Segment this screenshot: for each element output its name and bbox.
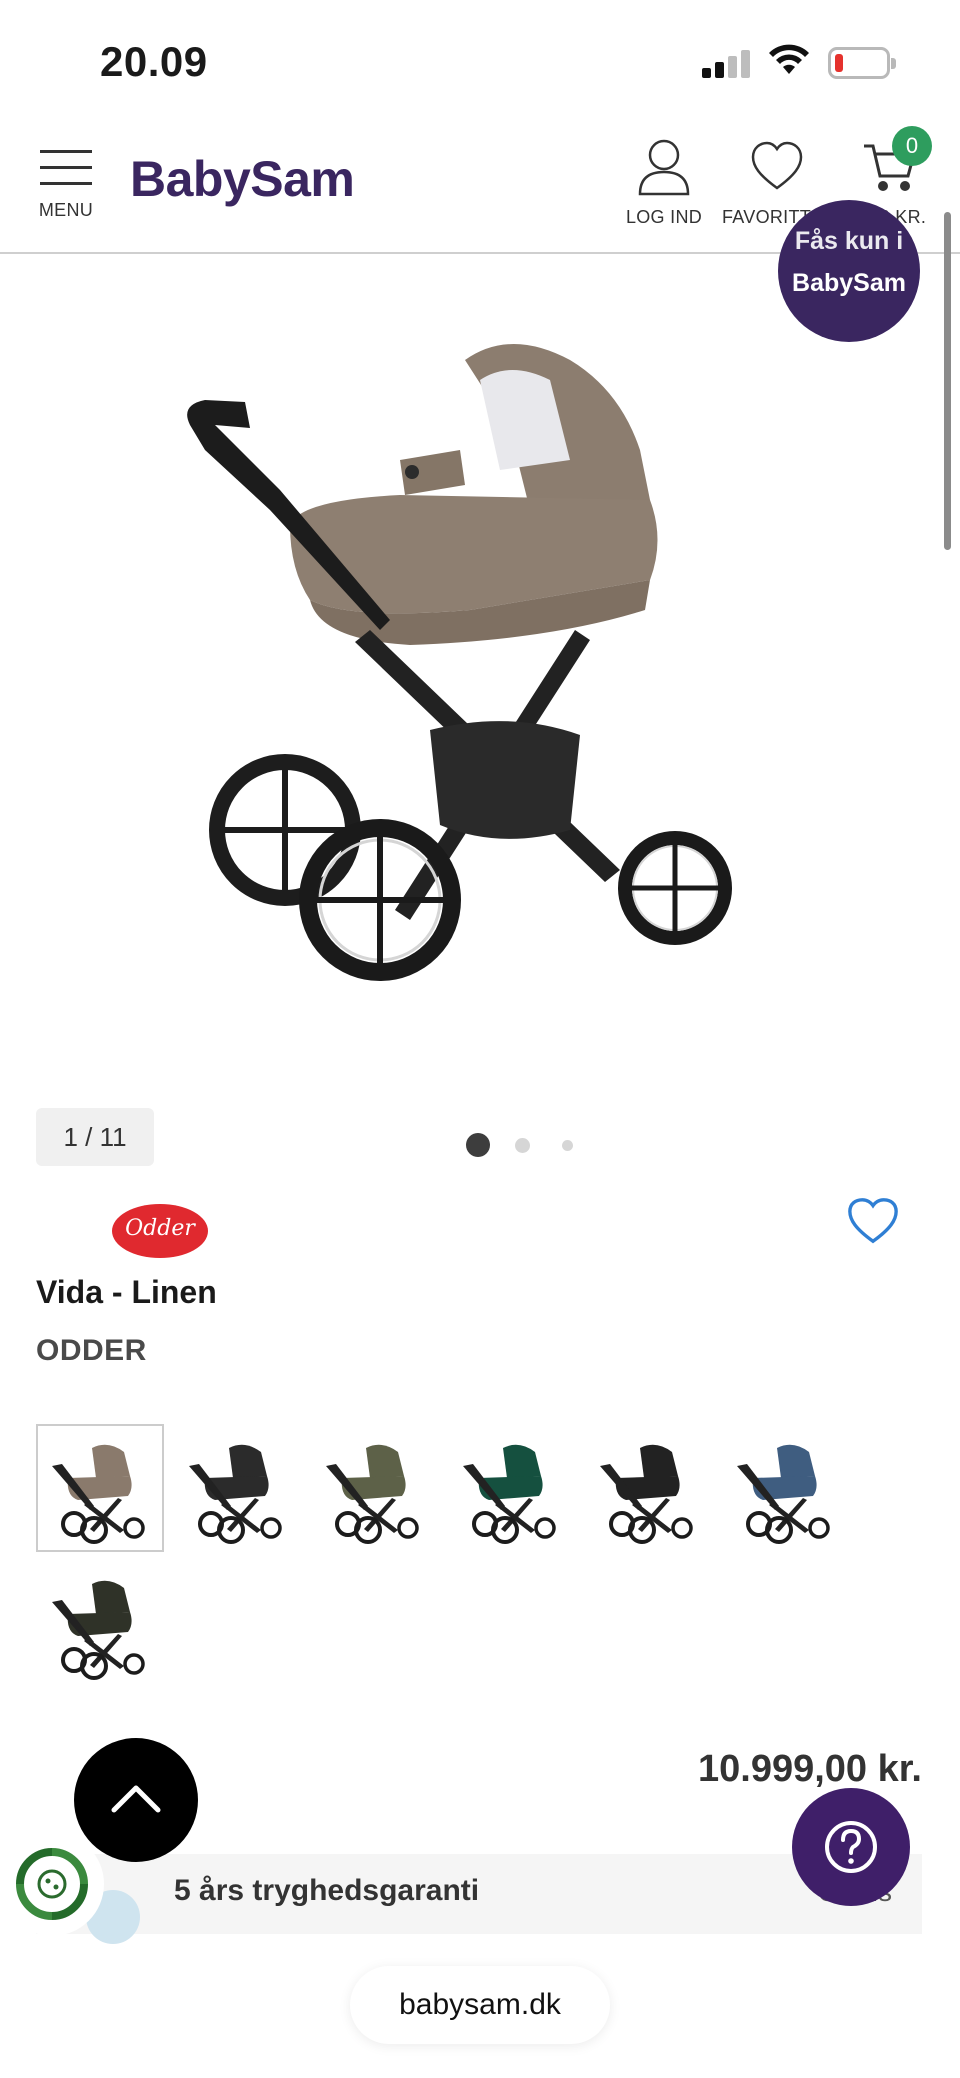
battery-icon bbox=[828, 47, 896, 79]
pagination-dot-3[interactable] bbox=[562, 1140, 573, 1151]
odder-brand-logo[interactable]: Odder bbox=[112, 1204, 208, 1258]
cookie-settings-button[interactable] bbox=[0, 1832, 104, 1936]
brand-logo-text: Odder bbox=[125, 1216, 195, 1241]
add-to-favorites-heart-icon[interactable] bbox=[846, 1196, 900, 1246]
stroller-thumbnail-icon bbox=[463, 1444, 556, 1544]
exclusive-badge-line2: BabySam bbox=[792, 269, 906, 297]
gallery-pagination bbox=[466, 1130, 586, 1158]
stroller-thumbnail-icon bbox=[189, 1444, 282, 1544]
guarantee-option[interactable]: 5 års tryghedsgaranti Gratis bbox=[36, 1854, 922, 1944]
page-scrollbar[interactable] bbox=[944, 212, 951, 550]
color-variant-thumbnail[interactable] bbox=[721, 1424, 849, 1552]
wheel-rear-left bbox=[209, 754, 361, 906]
wheel-rear-right bbox=[299, 819, 461, 981]
cart-count-badge: 0 bbox=[892, 126, 932, 166]
login-button[interactable]: LOG IND bbox=[624, 138, 704, 228]
color-variant-thumbnail[interactable] bbox=[36, 1424, 164, 1552]
color-variant-thumbnail[interactable] bbox=[173, 1424, 301, 1552]
wifi-icon bbox=[769, 44, 809, 74]
guarantee-text: 5 års tryghedsgaranti bbox=[174, 1874, 480, 1907]
product-brand[interactable]: ODDER bbox=[36, 1334, 147, 1368]
wheel-front bbox=[618, 831, 732, 945]
babysam-logo[interactable]: BabySam bbox=[130, 150, 355, 208]
menu-button[interactable]: MENU bbox=[38, 148, 94, 221]
stroller-thumbnail-icon bbox=[52, 1444, 145, 1544]
question-mark-icon bbox=[825, 1821, 877, 1873]
stroller-thumbnail-icon bbox=[737, 1444, 830, 1544]
stroller-thumbnail-icon bbox=[326, 1444, 419, 1544]
cellular-signal-icon bbox=[702, 48, 750, 78]
browser-address-bar[interactable]: babysam.dk bbox=[350, 1966, 610, 2044]
stroller-thumbnail-icon bbox=[600, 1444, 693, 1544]
exclusive-badge-line1: Fås kun i bbox=[794, 227, 904, 255]
user-icon bbox=[638, 139, 690, 196]
color-variant-thumbnail[interactable] bbox=[584, 1424, 712, 1552]
exclusive-badge: Fås kun i BabySam bbox=[778, 200, 920, 342]
product-image-stroller[interactable] bbox=[150, 310, 770, 990]
pagination-dot-2[interactable] bbox=[515, 1138, 530, 1153]
image-counter: 1 / 11 bbox=[36, 1108, 154, 1166]
color-variant-thumbnail[interactable] bbox=[310, 1424, 438, 1552]
status-time: 20.09 bbox=[100, 38, 208, 85]
pagination-dot-1[interactable] bbox=[466, 1133, 490, 1157]
status-bar: 20.09 bbox=[0, 0, 960, 120]
hamburger-icon bbox=[40, 148, 92, 188]
login-label: LOG IND bbox=[625, 207, 703, 227]
help-button[interactable] bbox=[792, 1788, 910, 1906]
product-price: 10.999,00 kr. bbox=[698, 1748, 922, 1790]
menu-label: MENU bbox=[38, 200, 94, 220]
color-variant-thumbnail[interactable] bbox=[36, 1560, 164, 1688]
stroller-thumbnail-icon bbox=[52, 1580, 145, 1680]
product-name: Vida - Linen bbox=[36, 1274, 217, 1310]
color-variant-thumbnail[interactable] bbox=[447, 1424, 575, 1552]
heart-icon bbox=[751, 141, 803, 190]
cookie-icon bbox=[16, 1848, 88, 1920]
